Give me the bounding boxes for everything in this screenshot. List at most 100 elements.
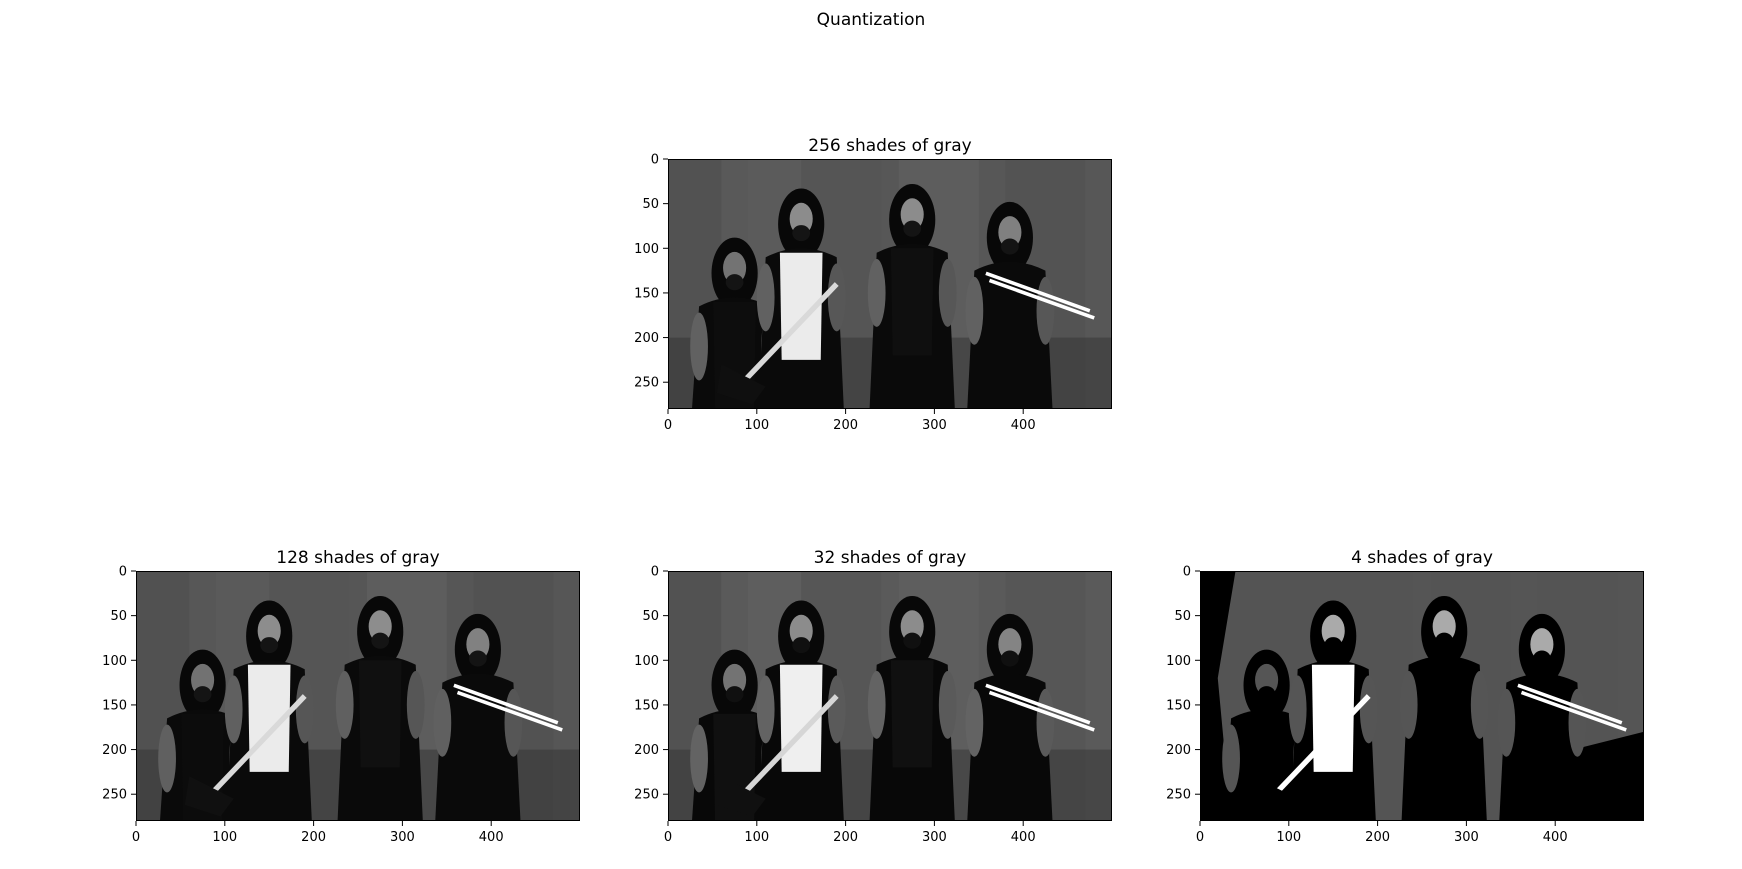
figure-arm: [504, 688, 523, 757]
figure-beard: [903, 632, 922, 649]
axes-title: 4 shades of gray: [1351, 548, 1493, 568]
x-tick-label: 0: [664, 830, 672, 845]
y-tick-label: 150: [1166, 698, 1191, 713]
y-tick-label: 250: [102, 788, 127, 803]
x-tick-label: 100: [212, 830, 237, 845]
figure-beard: [792, 225, 811, 242]
y-tick-label: 250: [634, 788, 659, 803]
figure-shirt: [890, 248, 934, 356]
figure-beard: [1435, 632, 1454, 649]
figure-beard: [1001, 650, 1019, 667]
figure-beard: [371, 632, 390, 649]
x-tick-label: 300: [390, 830, 415, 845]
figure-arm: [690, 312, 708, 381]
quantized-image: [668, 571, 1112, 821]
x-tick-label: 400: [1011, 418, 1036, 433]
figure-arm: [1036, 688, 1055, 757]
x-tick-label: 300: [922, 830, 947, 845]
figure-canvas: 256 shades of gray 0 100 200 300 400 0 50 100 150…: [102, 136, 1644, 845]
y-tick-label: 200: [102, 743, 127, 758]
y-tick-label: 100: [1166, 654, 1191, 669]
figure-arm: [406, 671, 425, 739]
figure-arm: [1470, 671, 1489, 739]
figure-beard: [260, 637, 279, 654]
y-tick-label: 50: [642, 609, 659, 624]
y-tick-label: 150: [102, 698, 127, 713]
figure-arm: [1288, 675, 1307, 744]
axes-panel-2: 128 shades of gray 0 100 200 300 400 0 50 100 150…: [102, 548, 580, 845]
quantized-image: [1200, 571, 1644, 821]
x-tick-label: 200: [833, 418, 858, 433]
x-tick-label: 200: [833, 830, 858, 845]
y-tick-label: 100: [102, 654, 127, 669]
figure-arm: [690, 724, 708, 793]
axes-panel-4: 4 shades of gray 0 100 200 300 400 0 50 100 150 20…: [1166, 548, 1644, 845]
x-tick-label: 0: [664, 418, 672, 433]
figure-arm: [867, 671, 886, 739]
x-tick-label: 400: [1543, 830, 1568, 845]
figure-arm: [867, 259, 886, 327]
figure-beard: [903, 220, 922, 237]
x-tick-label: 200: [1365, 830, 1390, 845]
figure-arm: [433, 688, 452, 757]
axes-title: 32 shades of gray: [814, 548, 967, 568]
y-tick-label: 150: [634, 698, 659, 713]
x-tick-label: 300: [922, 418, 947, 433]
x-tick-label: 200: [301, 830, 326, 845]
figure-beard: [193, 686, 212, 703]
axes-title: 128 shades of gray: [276, 548, 439, 568]
figure-arm: [1036, 276, 1055, 345]
figure-arm: [1568, 688, 1587, 757]
figure-arm: [756, 675, 775, 744]
x-tick-label: 100: [1276, 830, 1301, 845]
figure-beard: [469, 650, 487, 667]
y-tick-label: 50: [1174, 609, 1191, 624]
figure-beard: [792, 637, 811, 654]
figure-arm: [158, 724, 176, 793]
axes-panel-3: 32 shades of gray 0 100 200 300 400 0 50 100 150 2…: [634, 548, 1112, 845]
figure-arm: [756, 263, 775, 332]
figure-arm: [1399, 671, 1418, 739]
y-tick-label: 200: [634, 331, 659, 346]
figure-arm: [965, 688, 984, 757]
quantized-image: [668, 159, 1112, 409]
x-tick-label: 400: [479, 830, 504, 845]
figure-arm: [965, 276, 984, 345]
figure-beard: [1001, 238, 1019, 255]
figure-arm: [295, 675, 314, 744]
figure-arm: [224, 675, 243, 744]
x-tick-label: 400: [1011, 830, 1036, 845]
figure-beard: [1533, 650, 1551, 667]
x-tick-label: 100: [744, 830, 769, 845]
figure-arm: [938, 259, 957, 327]
figure-shirt: [1422, 660, 1466, 768]
y-tick-label: 100: [634, 242, 659, 257]
figure-arm: [938, 671, 957, 739]
figure-shirt: [890, 660, 934, 768]
y-tick-label: 0: [651, 153, 659, 168]
y-tick-label: 200: [1166, 743, 1191, 758]
y-tick-label: 0: [119, 565, 127, 580]
y-tick-label: 200: [634, 743, 659, 758]
figure-beard: [725, 274, 744, 291]
y-tick-label: 0: [1183, 565, 1191, 580]
x-tick-label: 100: [744, 418, 769, 433]
y-tick-label: 150: [634, 286, 659, 301]
figure-arm: [827, 263, 846, 332]
figure-shirt: [358, 660, 402, 768]
y-tick-label: 0: [651, 565, 659, 580]
y-tick-label: 100: [634, 654, 659, 669]
axes-title: 256 shades of gray: [808, 136, 971, 156]
y-tick-label: 50: [642, 197, 659, 212]
axes-panel-1: 256 shades of gray 0 100 200 300 400 0 50 100 150…: [634, 136, 1112, 433]
quantized-image: [136, 571, 580, 821]
figure-beard: [725, 686, 744, 703]
y-tick-label: 250: [1166, 788, 1191, 803]
figure-beard: [1257, 686, 1276, 703]
figure-arm: [1222, 724, 1240, 793]
figure-arm: [335, 671, 354, 739]
x-tick-label: 0: [132, 830, 140, 845]
figure-arm: [1497, 688, 1516, 757]
figure-beard: [1324, 637, 1343, 654]
figure-arm: [827, 675, 846, 744]
